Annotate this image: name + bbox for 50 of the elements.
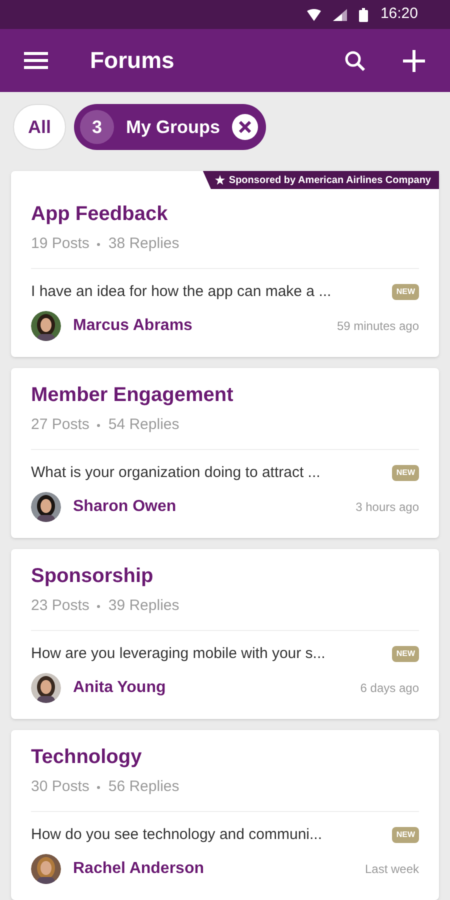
post-time: 3 hours ago bbox=[356, 499, 419, 516]
filter-chip[interactable]: 3 My Groups bbox=[74, 104, 266, 150]
forum-card[interactable]: Sponsored by American Airlines Company App Feedback 19 Posts 38 Replies I have an idea for how the app can make a ... NEW Marcus Abrams 59 minutes ago bbox=[11, 171, 439, 357]
forum-card[interactable]: Sponsorship 23 Posts 39 Replies How are you leveraging mobile with your s... NEW Anita Young 6 days ago bbox=[11, 549, 439, 719]
star-icon bbox=[214, 175, 225, 185]
author-name: Anita Young bbox=[73, 678, 167, 698]
reply-count: 56 Replies bbox=[108, 777, 180, 797]
signal-icon bbox=[333, 8, 348, 21]
wifi-icon bbox=[307, 8, 322, 21]
reply-count: 54 Replies bbox=[108, 415, 180, 435]
add-icon[interactable] bbox=[402, 48, 426, 73]
post-time: Last week bbox=[364, 861, 419, 878]
dot-separator-icon bbox=[97, 786, 100, 789]
forum-card[interactable]: Technology 30 Posts 56 Replies How do you see technology and communi... NEW Rachel Anderson Last week bbox=[11, 730, 439, 900]
dot-separator-icon bbox=[97, 424, 100, 427]
new-badge: NEW bbox=[392, 464, 419, 481]
latest-post: How are you leveraging mobile with your s... bbox=[31, 644, 326, 664]
latest-post: What is your organization doing to attract ... bbox=[31, 462, 320, 482]
latest-post: How do you see technology and communi... bbox=[31, 824, 322, 844]
forum-title: Technology bbox=[31, 745, 143, 770]
post-count: 30 Posts bbox=[31, 777, 90, 797]
filter-chip[interactable]: All bbox=[13, 104, 66, 150]
latest-post: I have an idea for how the app can make a ... bbox=[31, 282, 332, 302]
screen-title: Forums bbox=[90, 46, 176, 76]
post-time: 6 days ago bbox=[360, 680, 419, 697]
menu-icon[interactable] bbox=[24, 52, 48, 70]
dot-separator-icon bbox=[97, 242, 100, 246]
author-name: Rachel Anderson bbox=[73, 859, 205, 879]
clock: 16:20 bbox=[380, 4, 418, 24]
author-name: Marcus Abrams bbox=[73, 316, 194, 336]
sponsor-banner: Sponsored by American Airlines Company bbox=[202, 171, 439, 189]
forum-card[interactable]: Member Engagement 27 Posts 54 Replies What is your organization doing to attract ... NEW Sharon Owen 3 hours ago bbox=[11, 368, 439, 538]
post-count: 19 Posts bbox=[31, 234, 90, 254]
search-icon[interactable] bbox=[344, 50, 366, 72]
reply-count: 38 Replies bbox=[108, 234, 180, 254]
forum-title: Sponsorship bbox=[31, 564, 154, 589]
forum-title: Member Engagement bbox=[31, 383, 234, 408]
new-badge: NEW bbox=[392, 826, 419, 843]
clear-icon[interactable] bbox=[232, 114, 258, 140]
battery-icon bbox=[359, 8, 368, 22]
dot-separator-icon bbox=[97, 604, 100, 608]
forum-title: App Feedback bbox=[31, 202, 169, 227]
reply-count: 39 Replies bbox=[108, 596, 180, 616]
post-count: 23 Posts bbox=[31, 596, 90, 616]
new-badge: NEW bbox=[392, 284, 419, 300]
group-count: 3 bbox=[80, 110, 114, 144]
new-badge: NEW bbox=[392, 646, 419, 662]
author-name: Sharon Owen bbox=[73, 497, 178, 517]
post-count: 27 Posts bbox=[31, 415, 90, 435]
post-time: 59 minutes ago bbox=[336, 318, 419, 335]
